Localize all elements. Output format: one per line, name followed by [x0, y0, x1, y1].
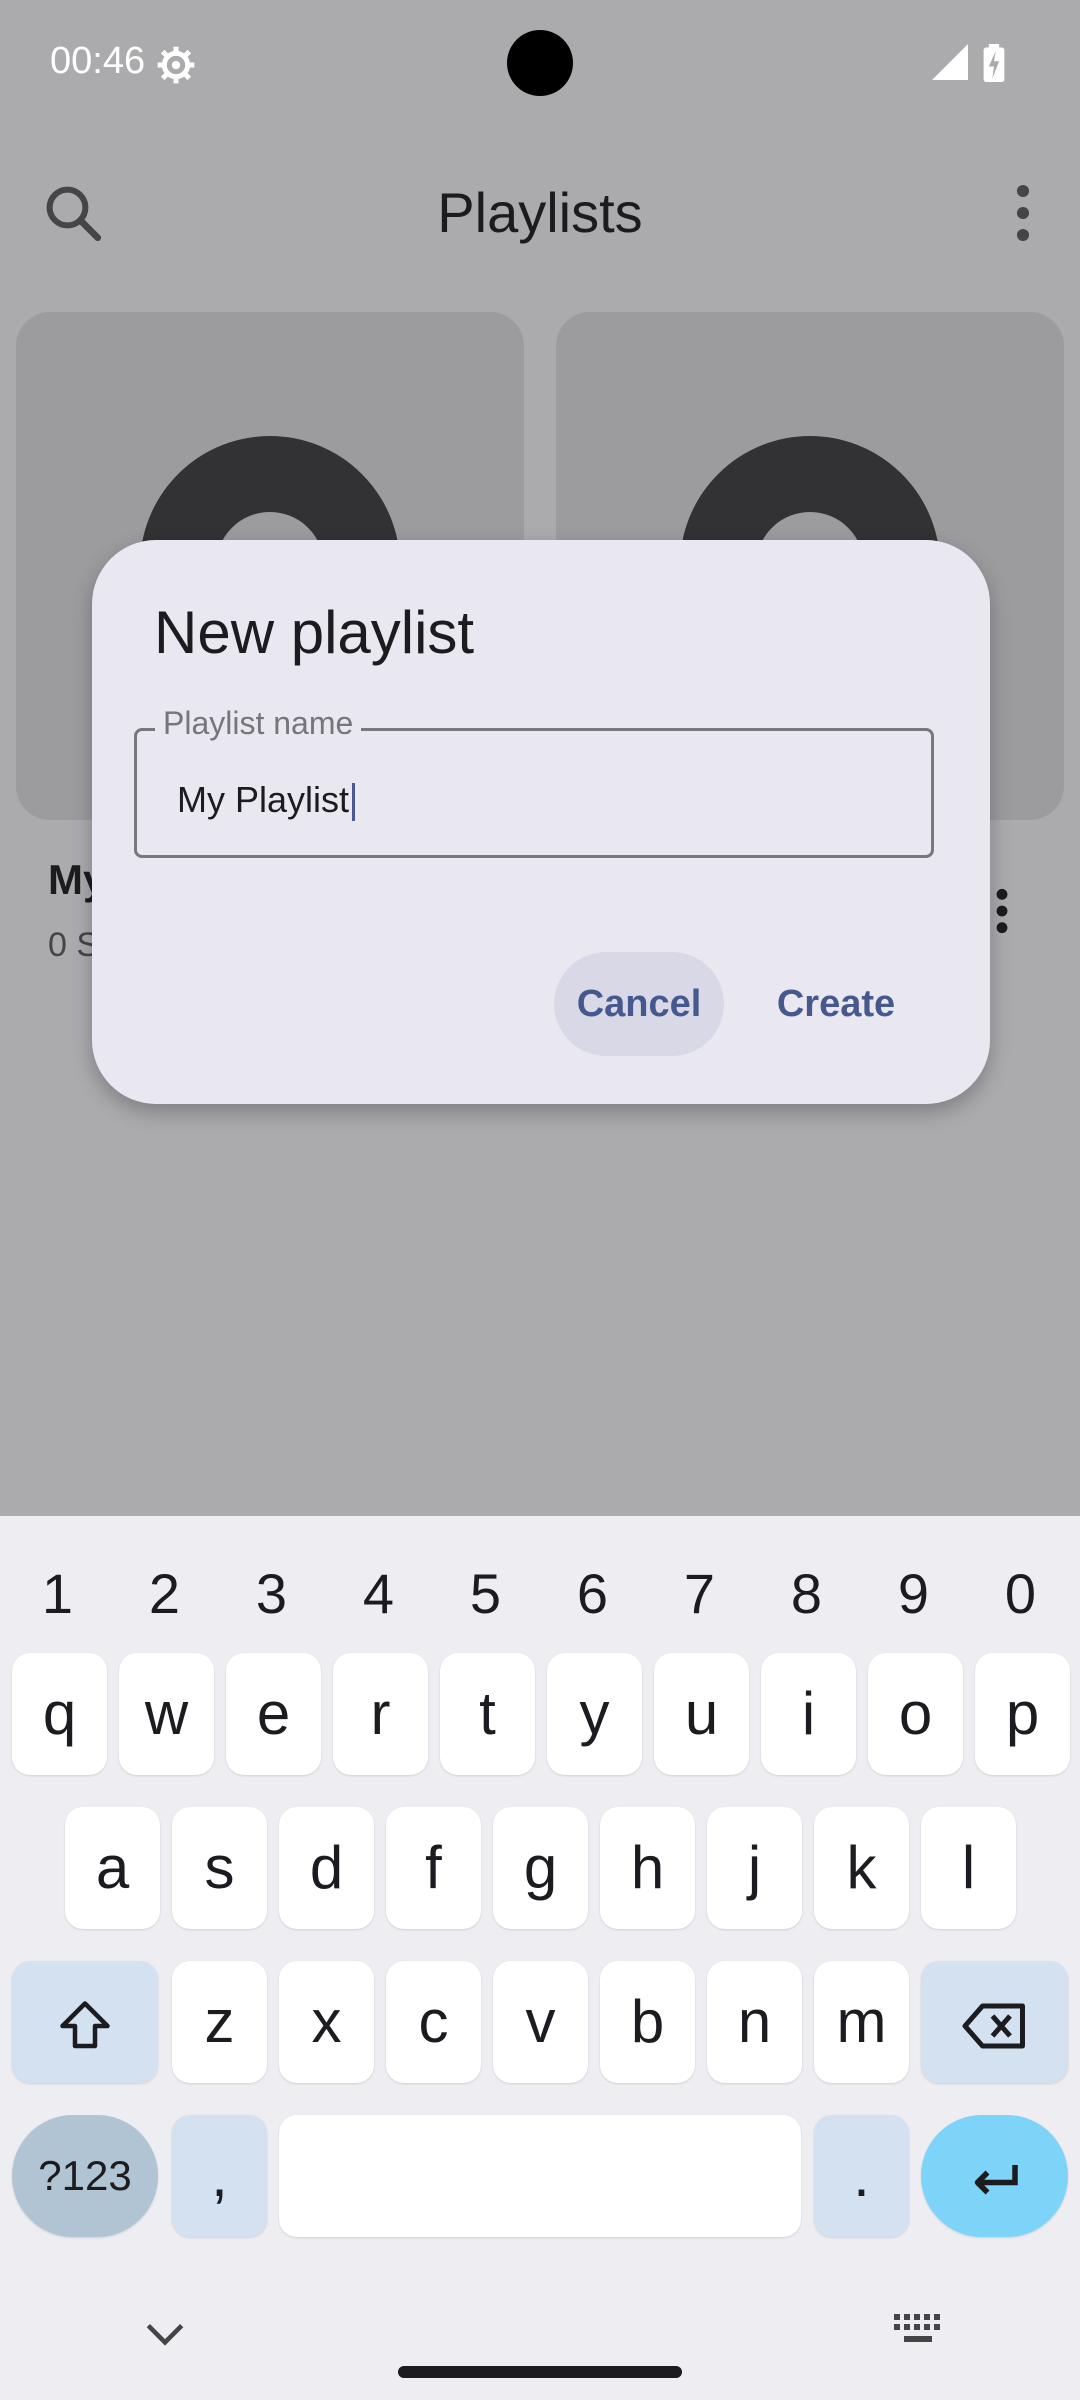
key-o[interactable]: o — [868, 1653, 963, 1775]
on-screen-keyboard: 1 2 3 4 5 6 7 8 9 0 q w e r t y u i o p … — [0, 1516, 1080, 2400]
key-2[interactable]: 2 — [111, 1544, 218, 1644]
key-0[interactable]: 0 — [967, 1544, 1074, 1644]
key-9[interactable]: 9 — [860, 1544, 967, 1644]
key-u[interactable]: u — [654, 1653, 749, 1775]
key-l[interactable]: l — [921, 1807, 1016, 1929]
enter-icon — [974, 2165, 1018, 2195]
number-row: 1 2 3 4 5 6 7 8 9 0 — [0, 1544, 1080, 1644]
symbols-key[interactable]: ?123 — [12, 2115, 158, 2237]
key-b[interactable]: b — [600, 1961, 695, 2083]
key-f[interactable]: f — [386, 1807, 481, 1929]
key-z[interactable]: z — [172, 1961, 267, 2083]
page-title: Playlists — [437, 181, 643, 244]
create-button[interactable]: Create — [752, 952, 920, 1056]
playlist-name-field[interactable]: Playlist name My Playlist — [134, 705, 934, 858]
period-key[interactable]: . — [814, 2115, 909, 2237]
key-e[interactable]: e — [226, 1653, 321, 1775]
status-bar: 00:46 — [0, 0, 1080, 130]
key-w[interactable]: w — [119, 1653, 214, 1775]
key-8[interactable]: 8 — [753, 1544, 860, 1644]
comma-key[interactable]: , — [172, 2115, 267, 2237]
signal-icon — [932, 44, 968, 80]
enter-key[interactable] — [921, 2115, 1068, 2237]
key-q[interactable]: q — [12, 1653, 107, 1775]
chevron-down-icon[interactable] — [140, 2316, 190, 2352]
key-1[interactable]: 1 — [4, 1544, 111, 1644]
key-4[interactable]: 4 — [325, 1544, 432, 1644]
top-app-bar: Playlists — [0, 150, 1080, 280]
keyboard-icon[interactable] — [890, 2310, 946, 2350]
key-s[interactable]: s — [172, 1807, 267, 1929]
key-x[interactable]: x — [279, 1961, 374, 2083]
key-t[interactable]: t — [440, 1653, 535, 1775]
shift-key[interactable] — [12, 1961, 158, 2083]
battery-charging-icon — [983, 44, 1005, 82]
key-h[interactable]: h — [600, 1807, 695, 1929]
field-label: Playlist name — [155, 705, 362, 742]
input-value: My Playlist — [177, 779, 350, 820]
shift-icon — [60, 2001, 110, 2049]
key-6[interactable]: 6 — [539, 1544, 646, 1644]
navigation-bar — [0, 2288, 1080, 2400]
key-a[interactable]: a — [65, 1807, 160, 1929]
front-camera — [507, 30, 573, 96]
cancel-button[interactable]: Cancel — [554, 952, 724, 1056]
key-i[interactable]: i — [761, 1653, 856, 1775]
more-options-icon[interactable] — [990, 180, 1056, 246]
new-playlist-dialog: New playlist Playlist name My Playlist C… — [92, 540, 990, 1104]
key-5[interactable]: 5 — [432, 1544, 539, 1644]
playlist-name-input[interactable]: My Playlist — [177, 779, 356, 822]
key-p[interactable]: p — [975, 1653, 1070, 1775]
key-g[interactable]: g — [493, 1807, 588, 1929]
status-time: 00:46 — [50, 40, 146, 82]
key-m[interactable]: m — [814, 1961, 909, 2083]
backspace-icon — [962, 2003, 1025, 2049]
key-k[interactable]: k — [814, 1807, 909, 1929]
key-3[interactable]: 3 — [218, 1544, 325, 1644]
key-v[interactable]: v — [493, 1961, 588, 2083]
backspace-key[interactable] — [921, 1961, 1068, 2083]
key-y[interactable]: y — [547, 1653, 642, 1775]
space-key[interactable] — [279, 2115, 801, 2237]
key-r[interactable]: r — [333, 1653, 428, 1775]
key-7[interactable]: 7 — [646, 1544, 753, 1644]
key-c[interactable]: c — [386, 1961, 481, 2083]
key-d[interactable]: d — [279, 1807, 374, 1929]
text-cursor — [352, 783, 356, 822]
dialog-title: New playlist — [154, 599, 475, 666]
key-j[interactable]: j — [707, 1807, 802, 1929]
home-indicator[interactable] — [398, 2366, 682, 2378]
gear-icon — [157, 46, 195, 84]
key-n[interactable]: n — [707, 1961, 802, 2083]
